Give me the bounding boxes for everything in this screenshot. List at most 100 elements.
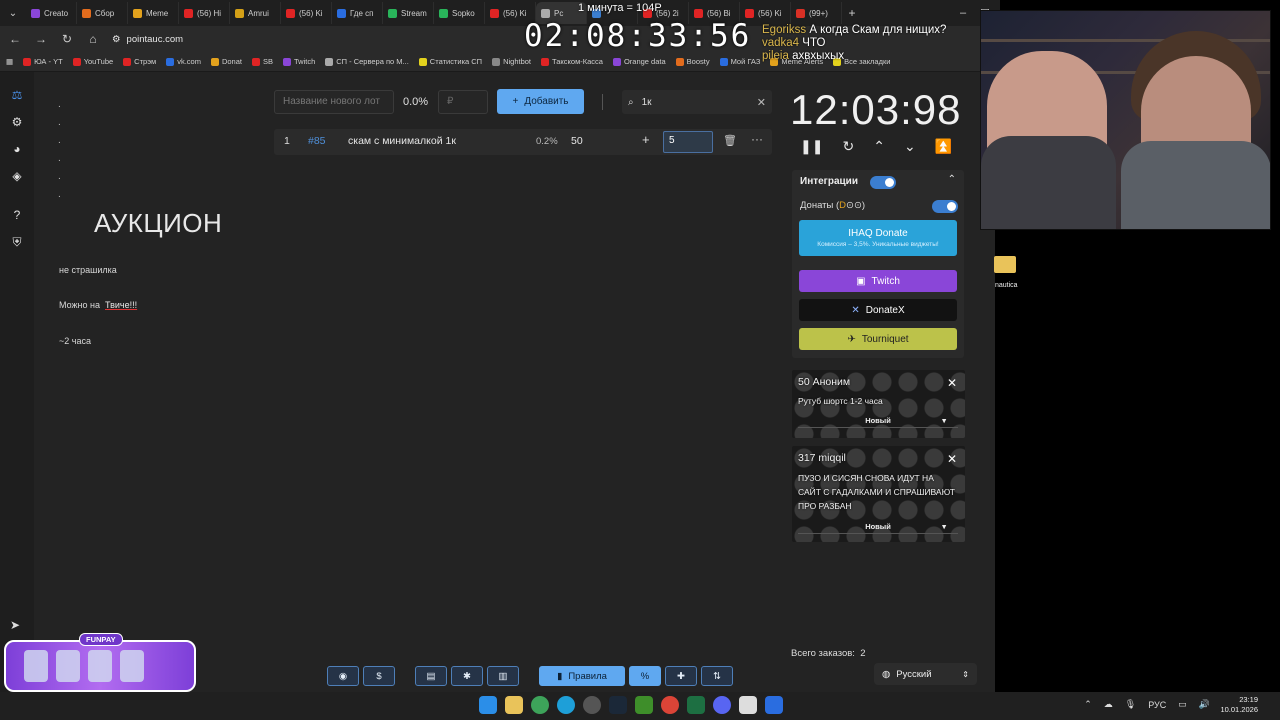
mic-icon[interactable]: 🎙 (1125, 699, 1136, 710)
browser-tab[interactable]: (56) Ki (281, 2, 332, 24)
percent-icon[interactable]: % (629, 666, 661, 686)
bookmark-item[interactable]: vk.com (166, 57, 201, 66)
help-icon[interactable]: ? (9, 207, 25, 223)
taskbar-clock[interactable]: 23:19 10.01.2026 (1220, 695, 1258, 715)
browser-tab[interactable]: Amrui (230, 2, 281, 24)
lot-name[interactable]: скам с минималкой 1к (348, 135, 456, 147)
browser-tab[interactable]: Stream (383, 2, 434, 24)
clear-search-icon[interactable]: ✕ (757, 96, 766, 109)
bookmark-item[interactable]: Twitch (282, 57, 315, 66)
chrome-icon[interactable] (531, 696, 549, 714)
bookmark-item[interactable]: Такском-Касса (541, 57, 603, 66)
chevron-up-icon[interactable]: ⌃ (873, 138, 885, 155)
pause-icon[interactable]: ❚❚ (800, 138, 823, 155)
bookmark-item[interactable]: SB (251, 57, 273, 66)
integrations-toggle[interactable] (870, 176, 896, 189)
lot-row[interactable]: 1 #85 скам с минималкой 1к 0.2% 50 + 5 🗑… (274, 129, 772, 155)
donation-status-select[interactable]: Новый ▾ (798, 520, 958, 534)
url-field[interactable]: ⚙ pointauc.com (112, 34, 183, 45)
layers-icon[interactable]: ◈ (9, 168, 25, 184)
minimize-icon[interactable]: – (960, 7, 966, 20)
browser-tab[interactable]: Meme (128, 2, 179, 24)
bookmark-item[interactable]: ЮА - YT (23, 57, 63, 66)
telegram-icon[interactable]: ➤ (10, 618, 20, 632)
close-icon[interactable]: ✕ (945, 452, 959, 466)
double-chevron-up-icon[interactable]: ⏫ (935, 138, 952, 155)
twitch-button[interactable]: ▣ Twitch (799, 270, 957, 292)
github-icon[interactable]: ◉ (327, 666, 359, 686)
lot-add-amount-icon[interactable]: + (642, 132, 650, 147)
minecraft-icon[interactable] (635, 696, 653, 714)
donation-card[interactable]: 50 Аноним ✕ Рутуб шортс 1-2 часа Новый ▾ (792, 370, 965, 438)
trash-icon[interactable]: 🗑 (723, 134, 737, 147)
browser-tab[interactable]: Сбор (77, 2, 128, 24)
ihaq-donate-button[interactable]: IHAQ Donate Комиссия – 3,5%. Уникальные … (799, 220, 957, 256)
archive-icon[interactable]: ▥ (487, 666, 519, 686)
bookmark-item[interactable]: СП - Сервера по М... (325, 57, 409, 66)
browser-icon[interactable] (661, 696, 679, 714)
lot-amount[interactable]: 50 (571, 135, 583, 147)
app-icon[interactable] (765, 696, 783, 714)
back-icon[interactable]: ← (8, 32, 22, 46)
tray-chevron-icon[interactable]: ⌃ (1084, 699, 1092, 710)
folder-icon[interactable] (994, 256, 1016, 273)
obs-icon[interactable] (583, 696, 601, 714)
bookmark-item[interactable]: Orange data (612, 57, 666, 66)
rules-button[interactable]: ▮ Правила (539, 666, 625, 686)
collapse-icon[interactable]: ⌃ (948, 174, 956, 185)
language-select[interactable]: ◍ Русский ⇕ (874, 663, 977, 685)
donation-status-select[interactable]: Новый ▾ (798, 414, 958, 428)
sort-icon[interactable]: ⇅ (701, 666, 733, 686)
save-icon[interactable]: ▤ (415, 666, 447, 686)
more-icon[interactable]: ··· (751, 132, 763, 146)
donations-toggle[interactable] (932, 200, 958, 213)
browser-tab[interactable]: Creato (26, 2, 77, 24)
cloud-icon[interactable]: ☁ (1104, 699, 1113, 710)
tourniquet-button[interactable]: ✈ Tourniquet (799, 328, 957, 350)
forward-icon[interactable]: → (34, 32, 48, 46)
volume-icon[interactable]: 🔊 (1199, 699, 1210, 710)
excel-icon[interactable] (687, 696, 705, 714)
new-lot-name-input[interactable]: Название нового лот (274, 90, 394, 114)
home-icon[interactable]: ⌂ (86, 32, 100, 46)
search-input[interactable]: 1к (642, 97, 652, 108)
start-icon[interactable] (479, 696, 497, 714)
steam-icon[interactable] (609, 696, 627, 714)
app-icon[interactable] (739, 696, 757, 714)
close-icon[interactable]: ✕ (945, 376, 959, 390)
bookmark-item[interactable]: Стрэм (123, 57, 156, 66)
tab-search-icon[interactable]: ⌄ (0, 8, 26, 19)
browser-tab[interactable]: (56) Hi (179, 2, 230, 24)
auction-icon[interactable]: ⚖ (9, 87, 25, 103)
bookmark-item[interactable]: Статистика СП (418, 57, 482, 66)
site-info-icon[interactable]: ⚙ (112, 34, 121, 45)
reload-icon[interactable]: ↻ (60, 32, 74, 46)
merge-icon[interactable]: ✚ (665, 666, 697, 686)
new-lot-amount-input[interactable]: ₽ (438, 90, 488, 114)
bug-icon[interactable]: ✱ (451, 666, 483, 686)
browser-tab[interactable]: (99+) (791, 2, 842, 24)
browser-tab[interactable]: Где сп (332, 2, 383, 24)
settings-icon[interactable]: ⚙ (9, 114, 25, 130)
donation-card[interactable]: 317 miqqil ✕ ПУЗО И СИСЯН СНОВА ИДУТ НА … (792, 446, 965, 542)
bookmark-item[interactable]: Мой ГАЗ (719, 57, 760, 66)
dollar-icon[interactable]: $ (363, 666, 395, 686)
chevron-down-icon[interactable]: ⌄ (904, 138, 916, 155)
browser-tab[interactable]: Sopko (434, 2, 485, 24)
reset-icon[interactable]: ↻ (842, 138, 854, 155)
lot-amount-input[interactable]: 5 (663, 131, 713, 153)
network-icon[interactable]: ▭ (1178, 699, 1187, 710)
add-lot-button[interactable]: + Добавить (497, 89, 584, 114)
discord-icon[interactable] (713, 696, 731, 714)
bookmark-item[interactable]: Boosty (675, 57, 710, 66)
new-tab-button[interactable]: + (842, 6, 862, 20)
shield-icon[interactable]: ⛨ (9, 234, 25, 250)
explorer-icon[interactable] (505, 696, 523, 714)
lot-search[interactable]: ⌕ 1к ✕ (622, 90, 772, 114)
wheel-icon[interactable]: ◕ (9, 141, 25, 157)
bookmark-item[interactable]: Nightbot (492, 57, 531, 66)
keyboard-language[interactable]: РУС (1148, 700, 1166, 710)
apps-grid-icon[interactable]: ▦ (6, 57, 13, 66)
bookmark-item[interactable]: Donat (210, 57, 242, 66)
bookmark-item[interactable]: YouTube (72, 57, 113, 66)
